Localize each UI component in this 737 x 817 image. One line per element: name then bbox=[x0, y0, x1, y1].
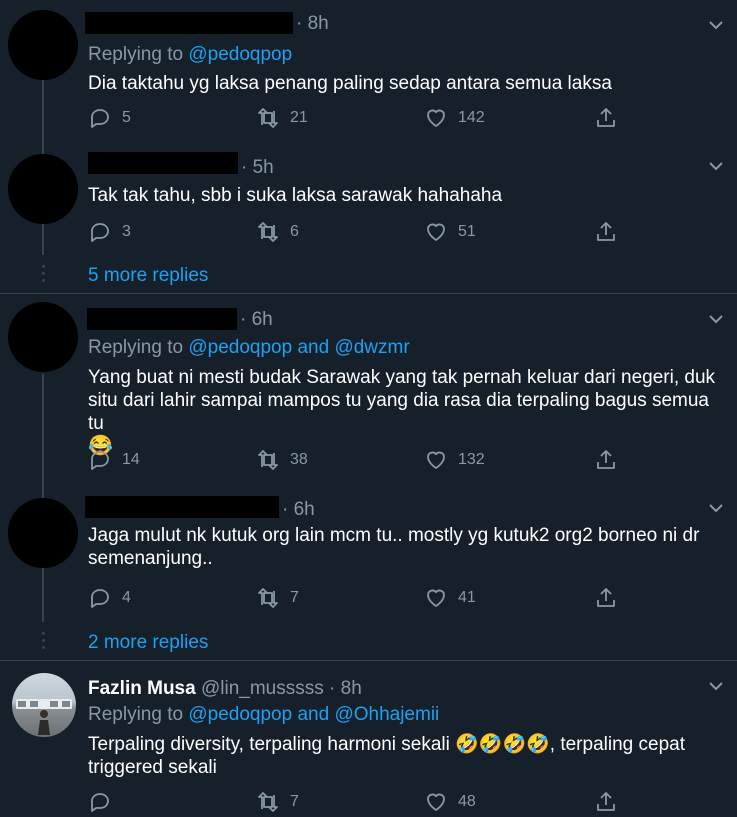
tweet[interactable]: · 8h Replying to @pedoqpop Dia taktahu y… bbox=[0, 0, 737, 150]
chevron-down-icon[interactable] bbox=[709, 679, 723, 693]
like-button[interactable]: 142 bbox=[424, 106, 485, 130]
reply-button[interactable] bbox=[88, 790, 122, 814]
tweet-text: Terpaling diversity, terpaling harmoni s… bbox=[88, 733, 718, 779]
share-button[interactable] bbox=[594, 586, 628, 610]
redacted-name bbox=[87, 308, 237, 330]
reply-icon bbox=[91, 451, 109, 470]
more-replies-link[interactable]: 5 more replies bbox=[88, 265, 208, 287]
like-button[interactable]: 132 bbox=[424, 448, 485, 472]
tweet[interactable]: · 6h Jaga mulut nk kutuk org lain mcm tu… bbox=[0, 484, 737, 624]
share-icon bbox=[597, 792, 615, 811]
retweet-icon bbox=[258, 222, 278, 242]
tweet-text: Tak tak tahu, sbb i suka laksa sarawak h… bbox=[88, 185, 503, 206]
tweet-text-line: Jaga mulut nk kutuk org lain mcm tu.. mo… bbox=[88, 525, 700, 546]
tweet-text-line: Terpaling diversity, terpaling harmoni s… bbox=[88, 734, 685, 755]
and-text: and bbox=[297, 704, 330, 725]
share-icon bbox=[597, 450, 615, 469]
reply-icon bbox=[91, 589, 109, 608]
share-button[interactable] bbox=[594, 106, 628, 130]
redacted-name bbox=[85, 496, 279, 518]
reply-icon bbox=[91, 793, 109, 812]
reply-button[interactable]: 4 bbox=[88, 586, 131, 610]
tweet-text-line: semenanjung.. bbox=[88, 548, 213, 569]
like-icon bbox=[427, 109, 445, 127]
tweet-actions: 7 48 bbox=[88, 790, 648, 814]
avatar[interactable] bbox=[8, 154, 78, 224]
display-name[interactable]: Fazlin Musa bbox=[88, 678, 196, 699]
avatar[interactable] bbox=[8, 302, 78, 372]
reply-button[interactable]: 5 bbox=[88, 106, 131, 130]
more-replies-dots bbox=[42, 632, 45, 653]
retweet-icon bbox=[258, 588, 278, 608]
tweet-text-line: Yang buat ni mesti budak Sarawak yang ta… bbox=[88, 367, 716, 388]
more-replies-dots bbox=[42, 265, 45, 286]
like-icon bbox=[427, 451, 445, 469]
and-text: and bbox=[297, 337, 330, 358]
tweet[interactable]: Fazlin Musa @lin_musssss · 8h Replying t… bbox=[0, 661, 737, 817]
share-icon bbox=[597, 222, 615, 241]
user-handle[interactable]: @lin_musssss bbox=[201, 678, 324, 699]
like-button[interactable]: 51 bbox=[424, 220, 476, 244]
like-button[interactable]: 41 bbox=[424, 586, 476, 610]
reply-button[interactable]: 14 bbox=[88, 448, 140, 472]
chevron-down-icon[interactable] bbox=[709, 312, 723, 326]
avatar[interactable] bbox=[8, 10, 78, 80]
chevron-down-icon[interactable] bbox=[709, 159, 723, 173]
mention-link[interactable]: @pedoqpop bbox=[188, 44, 292, 65]
retweet-icon bbox=[258, 792, 278, 812]
tweet-text: Dia taktahu yg laksa penang paling sedap… bbox=[88, 73, 612, 94]
share-button[interactable] bbox=[594, 448, 628, 472]
tweet-time[interactable]: · 6h bbox=[240, 309, 273, 331]
like-button[interactable]: 48 bbox=[424, 790, 476, 814]
more-replies-link[interactable]: 2 more replies bbox=[88, 632, 208, 654]
profile-photo bbox=[16, 699, 72, 735]
reply-icon bbox=[91, 109, 109, 128]
retweet-button[interactable]: 38 bbox=[256, 448, 308, 472]
like-icon bbox=[427, 589, 445, 607]
retweet-button[interactable]: 7 bbox=[256, 790, 299, 814]
mention-link[interactable]: @pedoqpop bbox=[188, 704, 292, 725]
tweet-time[interactable]: 8h bbox=[341, 678, 362, 699]
retweet-button[interactable]: 7 bbox=[256, 586, 299, 610]
redacted-name bbox=[88, 152, 238, 174]
like-icon bbox=[427, 793, 445, 811]
tweet-actions: 4 7 41 bbox=[88, 586, 648, 610]
tweet-actions: 3 6 51 bbox=[88, 220, 648, 244]
share-button[interactable] bbox=[594, 220, 628, 244]
tweet[interactable]: · 5h Tak tak tahu, sbb i suka laksa sara… bbox=[0, 150, 737, 255]
replying-to: Replying to @pedoqpop and @dwzmr bbox=[88, 337, 410, 358]
tweet-time[interactable]: · 5h bbox=[241, 157, 274, 179]
replying-to: Replying to @pedoqpop bbox=[88, 44, 293, 65]
tweet[interactable]: · 6h Replying to @pedoqpop and @dwzmr Ya… bbox=[0, 294, 737, 484]
mention-link[interactable]: @Ohhajemii bbox=[334, 704, 439, 725]
retweet-icon bbox=[258, 108, 278, 128]
share-icon bbox=[597, 588, 615, 607]
tweet-text: Yang buat ni mesti budak Sarawak yang ta… bbox=[88, 366, 718, 458]
chevron-down-icon[interactable] bbox=[709, 501, 723, 515]
retweet-button[interactable]: 21 bbox=[256, 106, 308, 130]
avatar[interactable] bbox=[12, 673, 76, 737]
replying-to: Replying to @pedoqpop and @Ohhajemii bbox=[88, 704, 440, 725]
tweet-time[interactable]: · 8h bbox=[296, 13, 329, 35]
redacted-name bbox=[85, 12, 293, 34]
tweet-text-line: situ dari lahir sampai mampos tu yang di… bbox=[88, 390, 709, 434]
reply-button[interactable]: 3 bbox=[88, 220, 131, 244]
retweet-button[interactable]: 6 bbox=[256, 220, 299, 244]
tweet-actions: 5 21 142 bbox=[88, 106, 648, 130]
reply-icon bbox=[91, 223, 109, 242]
share-icon bbox=[597, 108, 615, 127]
tweet-time[interactable]: · 6h bbox=[282, 499, 315, 521]
share-button[interactable] bbox=[594, 790, 628, 814]
avatar[interactable] bbox=[8, 498, 78, 568]
mention-link[interactable]: @pedoqpop bbox=[188, 337, 292, 358]
mention-link[interactable]: @dwzmr bbox=[334, 337, 409, 358]
retweet-icon bbox=[258, 450, 278, 470]
tweet-actions: 14 38 132 bbox=[88, 448, 648, 472]
chevron-down-icon[interactable] bbox=[709, 18, 723, 32]
like-icon bbox=[427, 223, 445, 241]
tweet-text: Jaga mulut nk kutuk org lain mcm tu.. mo… bbox=[88, 524, 718, 570]
tweet-text-line: triggered sekali bbox=[88, 757, 217, 778]
tweet-header: Fazlin Musa @lin_musssss · 8h bbox=[88, 678, 362, 699]
